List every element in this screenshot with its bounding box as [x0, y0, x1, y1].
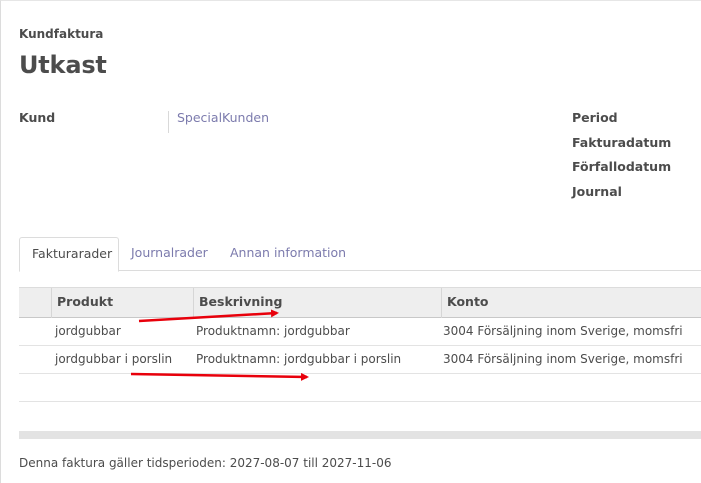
- row-handle-header: [19, 288, 51, 318]
- customer-label: Kund: [19, 110, 56, 125]
- period-label: Period: [572, 110, 618, 125]
- column-header-product[interactable]: Produkt: [51, 288, 193, 318]
- invoice-lines-table: Produkt Beskrivning Konto jordgubbar Pro…: [19, 287, 701, 402]
- tab-bar: Fakturarader Journalrader Annan informat…: [19, 237, 701, 272]
- empty-row[interactable]: [19, 374, 701, 402]
- table-header: Produkt Beskrivning Konto: [19, 287, 701, 318]
- period-note: Denna faktura gäller tidsperioden: 2027-…: [19, 456, 392, 470]
- due-date-label: Förfallodatum: [572, 159, 672, 174]
- cell-account: 3004 Försäljning inom Sverige, momsfri: [443, 324, 683, 338]
- customer-link[interactable]: SpecialKunden: [177, 110, 269, 125]
- field-separator: [168, 111, 169, 133]
- cell-product: jordgubbar i porslin: [55, 352, 173, 366]
- column-header-description[interactable]: Beskrivning: [193, 288, 441, 318]
- column-header-account[interactable]: Konto: [441, 288, 701, 318]
- tab-other-info[interactable]: Annan information: [218, 237, 358, 271]
- tab-invoice-lines[interactable]: Fakturarader: [19, 237, 119, 272]
- table-footer-bar: [19, 431, 701, 439]
- invoice-date-label: Fakturadatum: [572, 135, 672, 150]
- cell-account: 3004 Försäljning inom Sverige, momsfri: [443, 352, 683, 366]
- tab-journal-lines[interactable]: Journalrader: [119, 237, 220, 271]
- journal-label: Journal: [572, 184, 622, 199]
- document-type: Kundfaktura: [19, 27, 104, 41]
- document-state-title: Utkast: [19, 51, 107, 79]
- table-row[interactable]: jordgubbar i porslin Produktnamn: jordgu…: [19, 346, 701, 374]
- invoice-form: Kundfaktura Utkast Kund SpecialKunden Pe…: [0, 0, 701, 483]
- cell-product: jordgubbar: [55, 324, 121, 338]
- cell-description: Produktnamn: jordgubbar: [196, 324, 350, 338]
- table-row[interactable]: jordgubbar Produktnamn: jordgubbar 3004 …: [19, 318, 701, 346]
- cell-description: Produktnamn: jordgubbar i porslin: [196, 352, 402, 366]
